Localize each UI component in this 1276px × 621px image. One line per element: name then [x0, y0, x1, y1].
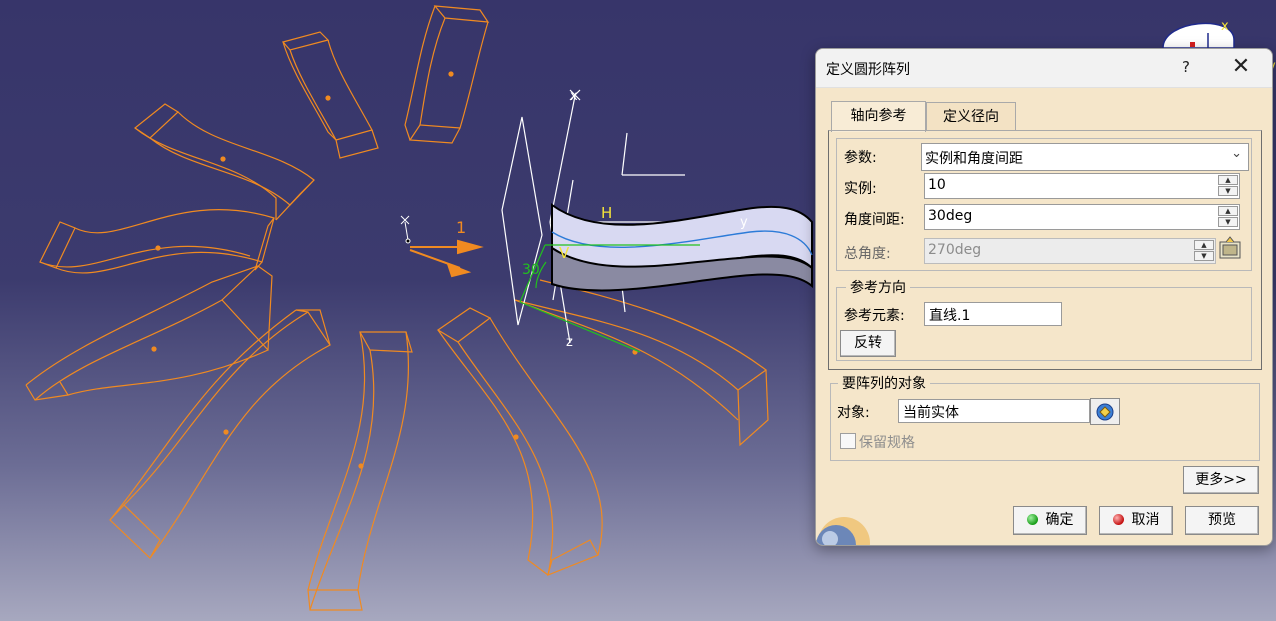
tab-axial-reference[interactable]: 轴向参考 [831, 101, 926, 132]
axis-label-x: x [570, 89, 578, 104]
ok-icon [1026, 514, 1038, 525]
pattern-instance[interactable] [514, 279, 769, 447]
ok-button[interactable]: 确定 [1013, 506, 1087, 535]
compass-x-label: x [1221, 19, 1229, 34]
instances-spinner[interactable]: 10 ▲ ▼ [924, 173, 1240, 199]
spin-up-icon[interactable]: ▲ [1218, 206, 1238, 216]
cancel-label: 取消 [1131, 512, 1160, 528]
keep-specification-checkbox[interactable] [840, 433, 856, 449]
reference-direction-title: 参考方向 [846, 277, 910, 297]
help-button[interactable]: ? [1174, 55, 1198, 79]
spin-up-icon: ▲ [1194, 240, 1214, 250]
instances-value: 10 [928, 177, 946, 193]
object-select-icon[interactable] [1090, 398, 1120, 425]
parameter-label: 参数: [844, 150, 877, 166]
total-angle-spinner: 270deg ▲ ▼ [924, 238, 1216, 264]
angular-spacing-label: 角度间距: [844, 212, 905, 228]
axis-label-y: y [740, 215, 748, 230]
angle-label: 30 [522, 262, 540, 278]
pattern-instance[interactable] [25, 265, 273, 401]
direction-arrow-icon [409, 239, 484, 278]
objects-to-pattern-title: 要阵列的对象 [838, 373, 930, 393]
angular-spacing-value: 30deg [928, 208, 973, 224]
spin-down-icon: ▼ [1194, 251, 1214, 261]
circular-pattern-dialog: 定义圆形阵列 ? ✕ 轴向参考 定义径向 参数: 实例和角度间距 ⌄ 实例: 1… [815, 48, 1273, 546]
pattern-instance[interactable] [404, 5, 490, 144]
ok-label: 确定 [1045, 512, 1074, 528]
reference-element-field[interactable]: 直线.1 [924, 302, 1062, 326]
parameter-select-value: 实例和角度间距 [925, 151, 1023, 167]
close-button[interactable]: ✕ [1228, 55, 1254, 81]
total-angle-label: 总角度: [844, 246, 891, 262]
object-label: 对象: [837, 405, 870, 421]
pattern-instance[interactable] [133, 103, 315, 221]
pattern-instance[interactable] [281, 31, 379, 159]
reference-element-value: 直线.1 [929, 308, 971, 324]
pattern-instance[interactable] [436, 307, 603, 576]
pattern-instance[interactable] [39, 209, 275, 274]
more-button[interactable]: 更多>> [1183, 466, 1259, 494]
spin-up-icon[interactable]: ▲ [1218, 175, 1238, 185]
dialog-corner-graphic [816, 517, 870, 545]
cancel-button[interactable]: 取消 [1099, 506, 1173, 535]
spin-down-icon[interactable]: ▼ [1218, 186, 1238, 196]
preview-button[interactable]: 预览 [1185, 506, 1259, 535]
direction-label-1: 1 [456, 218, 466, 237]
dialog-title: 定义圆形阵列 [826, 62, 910, 78]
reverse-button[interactable]: 反转 [840, 330, 896, 357]
spin-down-icon[interactable]: ▼ [1218, 217, 1238, 227]
reference-element-label: 参考元素: [844, 308, 905, 324]
parameter-select[interactable]: 实例和角度间距 ⌄ [921, 143, 1249, 171]
selected-feature-surface[interactable] [551, 203, 813, 292]
pattern-instance[interactable] [109, 309, 331, 559]
axis-label-z: z [566, 335, 573, 350]
axis-label-v: V [559, 244, 570, 262]
pattern-instance[interactable] [307, 331, 413, 611]
dialog-titlebar[interactable]: 定义圆形阵列 ? ✕ [816, 49, 1272, 88]
object-field[interactable]: 当前实体 [898, 399, 1090, 423]
object-value: 当前实体 [903, 405, 959, 421]
keep-specification-label: 保留规格 [859, 435, 915, 451]
axis-label-h: H [601, 204, 612, 222]
chevron-down-icon: ⌄ [1231, 146, 1242, 161]
cancel-icon [1112, 514, 1124, 525]
small-axis-marker-icon [400, 215, 411, 244]
instances-label: 实例: [844, 181, 877, 197]
formula-icon[interactable] [1218, 236, 1244, 262]
total-angle-value: 270deg [928, 242, 982, 258]
tab-crown-definition[interactable]: 定义径向 [926, 102, 1016, 131]
angular-spacing-spinner[interactable]: 30deg ▲ ▼ [924, 204, 1240, 230]
